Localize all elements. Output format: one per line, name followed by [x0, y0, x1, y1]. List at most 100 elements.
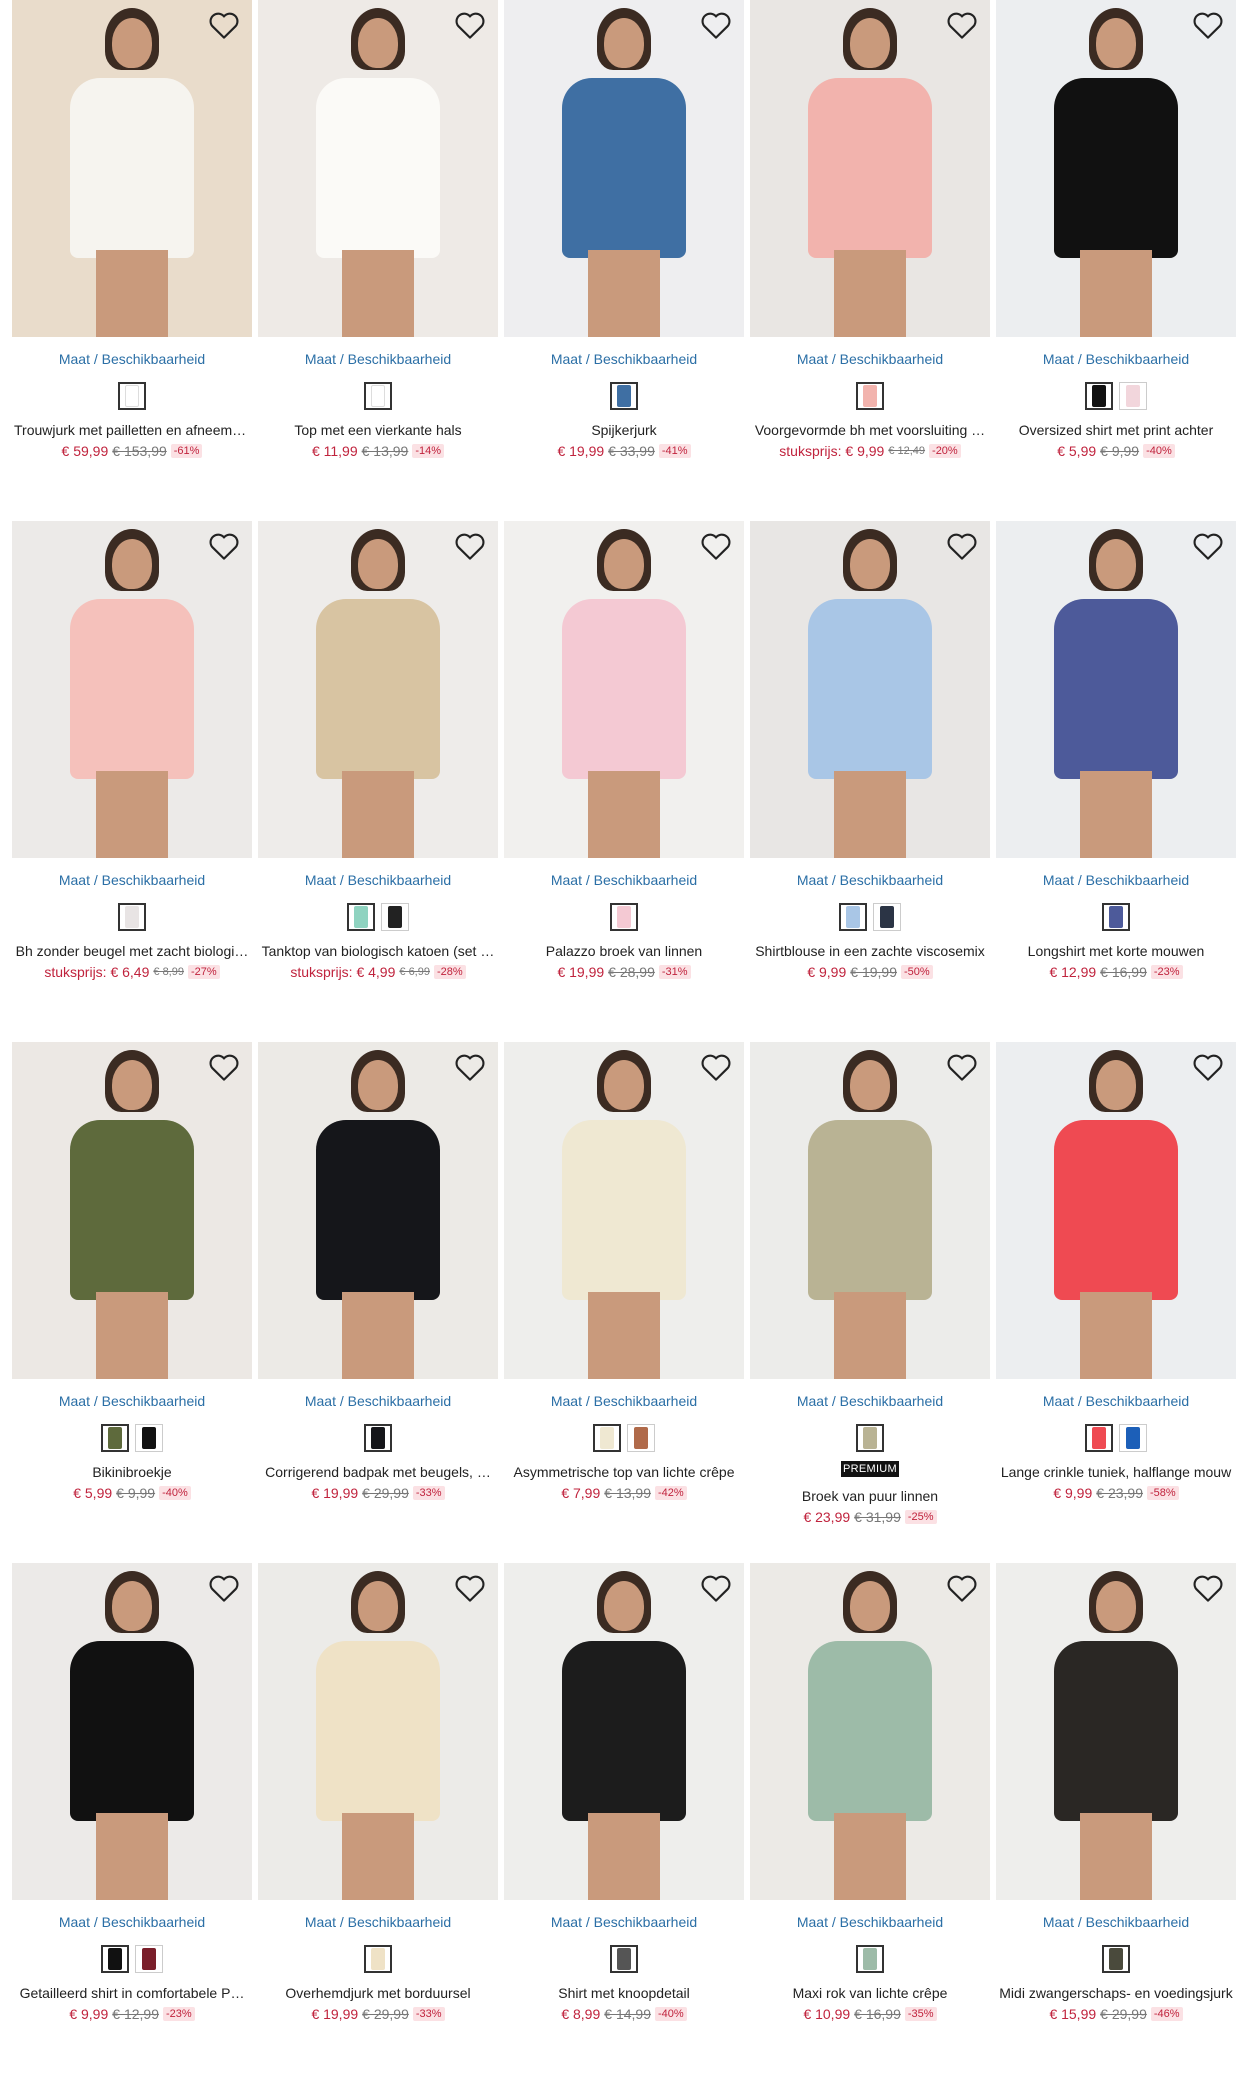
- product-image[interactable]: [750, 521, 990, 858]
- product-card[interactable]: Maat / Beschikbaarheid Getailleerd shirt…: [12, 1563, 252, 2082]
- size-availability-link[interactable]: Maat / Beschikbaarheid: [504, 1913, 744, 1931]
- product-name[interactable]: Longshirt met korte mouwen: [996, 942, 1236, 960]
- color-swatch[interactable]: [610, 903, 638, 931]
- product-name[interactable]: Shirtblouse in een zachte viscosemix: [750, 942, 990, 960]
- product-name[interactable]: Broek van puur linnen: [750, 1487, 990, 1505]
- size-availability-link[interactable]: Maat / Beschikbaarheid: [12, 1392, 252, 1410]
- size-availability-link[interactable]: Maat / Beschikbaarheid: [12, 871, 252, 889]
- wishlist-heart-icon[interactable]: [208, 10, 240, 40]
- product-image[interactable]: [750, 1563, 990, 1900]
- product-card[interactable]: Maat / Beschikbaarheid Overhemdjurk met …: [258, 1563, 498, 2082]
- color-swatch[interactable]: [856, 1945, 884, 1973]
- product-name[interactable]: Lange crinkle tuniek, halflange mouw: [996, 1463, 1236, 1481]
- size-availability-link[interactable]: Maat / Beschikbaarheid: [258, 350, 498, 368]
- product-card[interactable]: Maat / Beschikbaarheid Bikinibroekje € 5…: [12, 1042, 252, 1563]
- product-image[interactable]: [504, 521, 744, 858]
- product-image[interactable]: [12, 1042, 252, 1379]
- color-swatch[interactable]: [1119, 1424, 1147, 1452]
- product-image[interactable]: [12, 0, 252, 337]
- size-availability-link[interactable]: Maat / Beschikbaarheid: [996, 1913, 1236, 1931]
- product-image[interactable]: [750, 0, 990, 337]
- product-image[interactable]: [504, 1563, 744, 1900]
- wishlist-heart-icon[interactable]: [1192, 1052, 1224, 1082]
- color-swatch[interactable]: [381, 903, 409, 931]
- product-name[interactable]: Top met een vierkante hals: [258, 421, 498, 439]
- size-availability-link[interactable]: Maat / Beschikbaarheid: [12, 1913, 252, 1931]
- color-swatch[interactable]: [364, 382, 392, 410]
- color-swatch[interactable]: [1102, 903, 1130, 931]
- color-swatch[interactable]: [101, 1424, 129, 1452]
- product-image[interactable]: [750, 1042, 990, 1379]
- product-card[interactable]: Maat / Beschikbaarheid Maxi rok van lich…: [750, 1563, 990, 2082]
- color-swatch[interactable]: [347, 903, 375, 931]
- wishlist-heart-icon[interactable]: [700, 1052, 732, 1082]
- product-card[interactable]: Maat / Beschikbaarheid Shirtblouse in ee…: [750, 521, 990, 1042]
- product-card[interactable]: Maat / Beschikbaarheid Trouwjurk met pai…: [12, 0, 252, 521]
- wishlist-heart-icon[interactable]: [946, 531, 978, 561]
- product-name[interactable]: Shirt met knoopdetail: [504, 1984, 744, 2002]
- product-name[interactable]: Bikinibroekje: [12, 1463, 252, 1481]
- color-swatch[interactable]: [1119, 382, 1147, 410]
- size-availability-link[interactable]: Maat / Beschikbaarheid: [504, 871, 744, 889]
- size-availability-link[interactable]: Maat / Beschikbaarheid: [258, 1913, 498, 1931]
- wishlist-heart-icon[interactable]: [946, 1573, 978, 1603]
- color-swatch[interactable]: [364, 1945, 392, 1973]
- product-name[interactable]: Corrigerend badpak met beugels, …: [258, 1463, 498, 1481]
- wishlist-heart-icon[interactable]: [208, 1573, 240, 1603]
- color-swatch[interactable]: [839, 903, 867, 931]
- product-name[interactable]: Palazzo broek van linnen: [504, 942, 744, 960]
- size-availability-link[interactable]: Maat / Beschikbaarheid: [750, 1392, 990, 1410]
- product-card[interactable]: Maat / Beschikbaarheid Longshirt met kor…: [996, 521, 1236, 1042]
- size-availability-link[interactable]: Maat / Beschikbaarheid: [504, 350, 744, 368]
- size-availability-link[interactable]: Maat / Beschikbaarheid: [12, 350, 252, 368]
- wishlist-heart-icon[interactable]: [1192, 10, 1224, 40]
- product-image[interactable]: [258, 521, 498, 858]
- wishlist-heart-icon[interactable]: [208, 531, 240, 561]
- product-card[interactable]: Maat / Beschikbaarheid Palazzo broek van…: [504, 521, 744, 1042]
- wishlist-heart-icon[interactable]: [1192, 1573, 1224, 1603]
- size-availability-link[interactable]: Maat / Beschikbaarheid: [750, 1913, 990, 1931]
- size-availability-link[interactable]: Maat / Beschikbaarheid: [996, 1392, 1236, 1410]
- product-image[interactable]: [258, 1563, 498, 1900]
- size-availability-link[interactable]: Maat / Beschikbaarheid: [750, 871, 990, 889]
- product-name[interactable]: Getailleerd shirt in comfortabele P…: [12, 1984, 252, 2002]
- size-availability-link[interactable]: Maat / Beschikbaarheid: [258, 871, 498, 889]
- color-swatch[interactable]: [856, 1424, 884, 1452]
- product-name[interactable]: Voorgevormde bh met voorsluiting …: [750, 421, 990, 439]
- product-card[interactable]: Maat / Beschikbaarheid Tanktop van biolo…: [258, 521, 498, 1042]
- wishlist-heart-icon[interactable]: [700, 1573, 732, 1603]
- color-swatch[interactable]: [856, 382, 884, 410]
- size-availability-link[interactable]: Maat / Beschikbaarheid: [996, 350, 1236, 368]
- color-swatch[interactable]: [364, 1424, 392, 1452]
- color-swatch[interactable]: [1102, 1945, 1130, 1973]
- product-card[interactable]: Maat / Beschikbaarheid Shirt met knoopde…: [504, 1563, 744, 2082]
- size-availability-link[interactable]: Maat / Beschikbaarheid: [258, 1392, 498, 1410]
- color-swatch[interactable]: [118, 382, 146, 410]
- color-swatch[interactable]: [873, 903, 901, 931]
- wishlist-heart-icon[interactable]: [454, 1573, 486, 1603]
- product-card[interactable]: Maat / Beschikbaarheid Midi zwangerschap…: [996, 1563, 1236, 2082]
- wishlist-heart-icon[interactable]: [1192, 531, 1224, 561]
- color-swatch[interactable]: [101, 1945, 129, 1973]
- wishlist-heart-icon[interactable]: [700, 10, 732, 40]
- size-availability-link[interactable]: Maat / Beschikbaarheid: [996, 871, 1236, 889]
- wishlist-heart-icon[interactable]: [454, 10, 486, 40]
- color-swatch[interactable]: [593, 1424, 621, 1452]
- product-name[interactable]: Trouwjurk met pailletten en afneemb…: [12, 421, 252, 439]
- product-image[interactable]: [12, 1563, 252, 1900]
- product-image[interactable]: [996, 521, 1236, 858]
- wishlist-heart-icon[interactable]: [454, 531, 486, 561]
- product-card[interactable]: Maat / Beschikbaarheid Spijkerjurk € 19,…: [504, 0, 744, 521]
- size-availability-link[interactable]: Maat / Beschikbaarheid: [750, 350, 990, 368]
- product-name[interactable]: Overhemdjurk met borduursel: [258, 1984, 498, 2002]
- product-name[interactable]: Tanktop van biologisch katoen (set …: [258, 942, 498, 960]
- product-card[interactable]: Maat / Beschikbaarheid Oversized shirt m…: [996, 0, 1236, 521]
- color-swatch[interactable]: [135, 1424, 163, 1452]
- product-name[interactable]: Oversized shirt met print achter: [996, 421, 1236, 439]
- product-name[interactable]: Maxi rok van lichte crêpe: [750, 1984, 990, 2002]
- product-card[interactable]: Maat / Beschikbaarheid Asymmetrische top…: [504, 1042, 744, 1563]
- color-swatch[interactable]: [1085, 1424, 1113, 1452]
- wishlist-heart-icon[interactable]: [946, 10, 978, 40]
- color-swatch[interactable]: [610, 1945, 638, 1973]
- wishlist-heart-icon[interactable]: [946, 1052, 978, 1082]
